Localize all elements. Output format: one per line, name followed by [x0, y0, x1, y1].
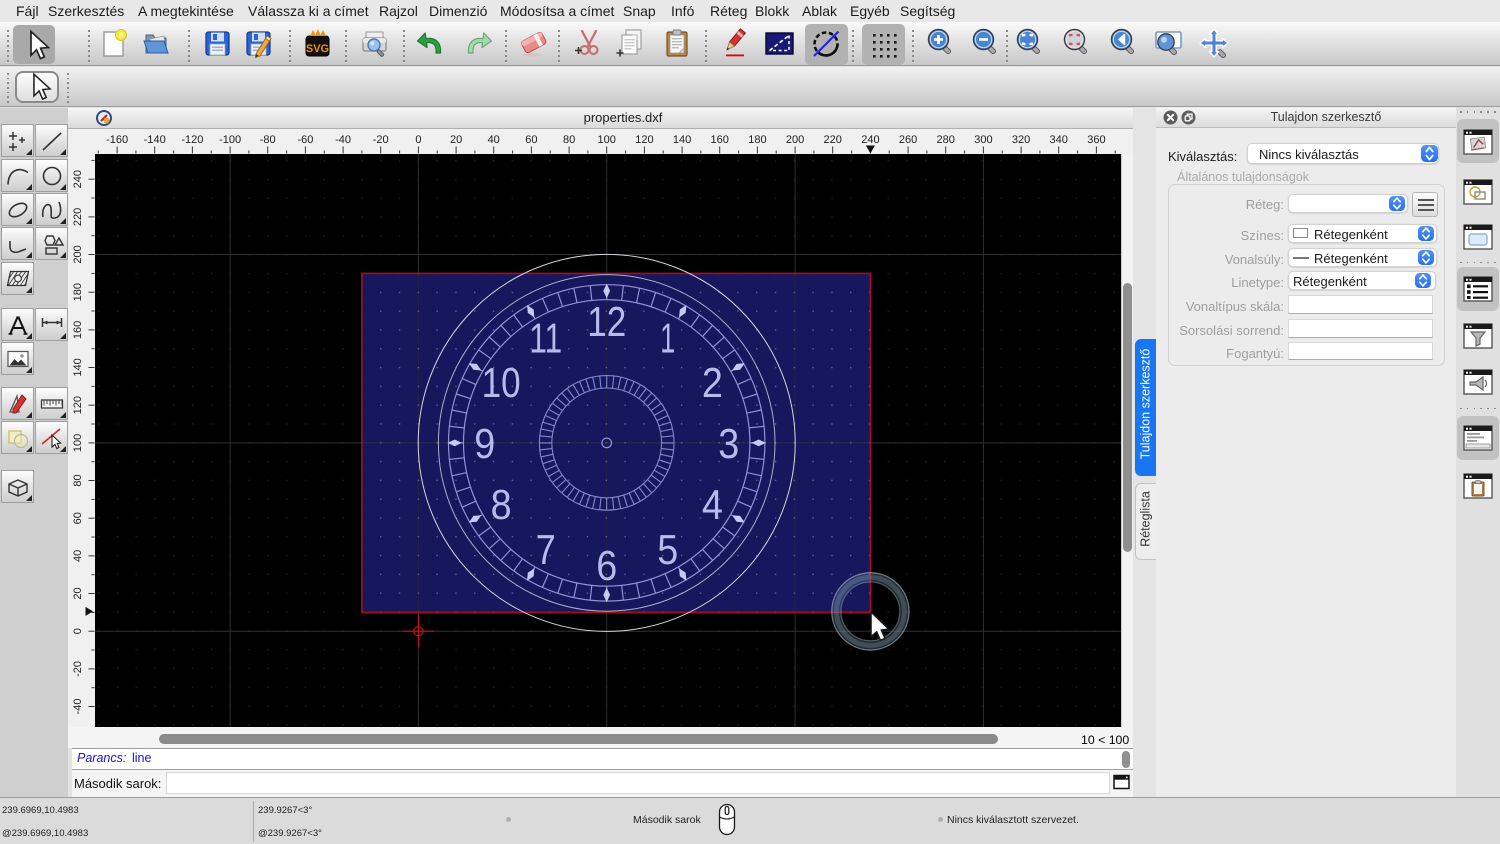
svg-text:340: 340: [1050, 134, 1068, 146]
svg-text:-20: -20: [373, 134, 389, 146]
svg-text:9: 9: [474, 420, 495, 467]
svg-text:280: 280: [937, 134, 955, 146]
svg-text:60: 60: [72, 512, 84, 524]
svg-text:-60: -60: [297, 134, 313, 146]
svg-text:0: 0: [72, 628, 84, 634]
svg-text:-120: -120: [181, 134, 203, 146]
svg-text:60: 60: [525, 134, 537, 146]
svg-text:180: 180: [748, 134, 766, 146]
svg-text:1: 1: [660, 315, 675, 362]
svg-text:240: 240: [861, 134, 879, 146]
svg-text:160: 160: [72, 321, 84, 339]
svg-text:-20: -20: [72, 661, 84, 677]
svg-text:220: 220: [824, 134, 842, 146]
svg-text:3: 3: [718, 420, 739, 467]
svg-text:200: 200: [786, 134, 804, 146]
svg-text:11: 11: [529, 315, 562, 362]
svg-text:220: 220: [72, 208, 84, 226]
svg-text:10: 10: [482, 359, 521, 406]
svg-text:320: 320: [1012, 134, 1030, 146]
svg-text:20: 20: [450, 134, 462, 146]
svg-text:-80: -80: [260, 134, 276, 146]
svg-text:6: 6: [596, 542, 617, 589]
svg-text:260: 260: [899, 134, 917, 146]
svg-text:4: 4: [702, 481, 723, 528]
svg-text:160: 160: [711, 134, 729, 146]
svg-text:120: 120: [635, 134, 653, 146]
svg-text:180: 180: [72, 283, 84, 301]
svg-text:8: 8: [491, 481, 512, 528]
svg-text:-100: -100: [219, 134, 241, 146]
svg-text:140: 140: [72, 358, 84, 376]
svg-text:100: 100: [72, 434, 84, 452]
svg-text:140: 140: [673, 134, 691, 146]
svg-text:40: 40: [488, 134, 500, 146]
svg-text:300: 300: [974, 134, 992, 146]
svg-text:-40: -40: [72, 699, 84, 715]
svg-text:80: 80: [563, 134, 575, 146]
svg-text:SVG: SVG: [306, 43, 329, 55]
svg-text:5: 5: [657, 526, 678, 573]
svg-text:20: 20: [72, 587, 84, 599]
svg-text:200: 200: [72, 245, 84, 263]
svg-text:360: 360: [1087, 134, 1105, 146]
svg-text:0: 0: [415, 134, 421, 146]
svg-text:120: 120: [72, 396, 84, 414]
svg-text:-140: -140: [144, 134, 166, 146]
svg-text:80: 80: [72, 474, 84, 486]
svg-text:-40: -40: [335, 134, 351, 146]
svg-text:100: 100: [598, 134, 616, 146]
svg-text:7: 7: [536, 526, 556, 573]
svg-text:-160: -160: [106, 134, 128, 146]
svg-text:2: 2: [702, 359, 723, 406]
svg-text:12: 12: [587, 298, 626, 345]
svg-text:240: 240: [72, 170, 84, 188]
svg-text:40: 40: [72, 550, 84, 562]
